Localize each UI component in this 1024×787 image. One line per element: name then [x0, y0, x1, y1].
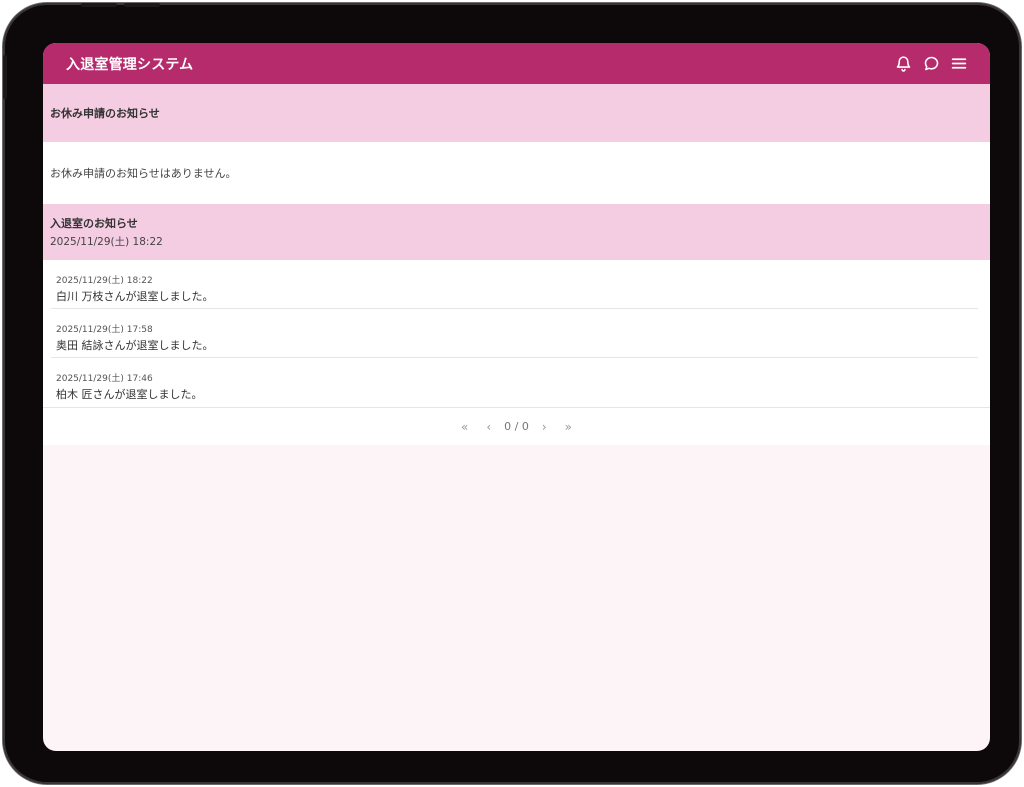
screen: 入退室管理システム お休み申請のお知らせ お休み申請のお知らせはありません。 入… [43, 43, 990, 751]
app-header: 入退室管理システム [43, 43, 990, 84]
page-info: 0 / 0 [504, 420, 529, 433]
leave-notice-title: お休み申請のお知らせ [50, 107, 160, 120]
first-page-button[interactable]: « [452, 420, 477, 434]
entry-notice-header: 入退室のお知らせ 2025/11/29(土) 18:22 [43, 204, 990, 260]
menu-icon[interactable] [950, 55, 968, 73]
tablet-frame: 入退室管理システム お休み申請のお知らせ お休み申請のお知らせはありません。 入… [3, 3, 1021, 784]
bell-icon[interactable] [894, 55, 912, 73]
leave-notice-header: お休み申請のお知らせ [43, 84, 990, 142]
list-item: 2025/11/29(土) 17:58 奥田 結詠さんが退室しました。 [51, 309, 978, 358]
entry-notice-section: 入退室のお知らせ 2025/11/29(土) 18:22 2025/11/29(… [43, 204, 990, 445]
entry-notice-title: 入退室のお知らせ [50, 217, 138, 230]
side-button [3, 55, 7, 99]
list-item: 2025/11/29(土) 18:22 白川 万枝さんが退室しました。 [51, 260, 978, 309]
entry-list: 2025/11/29(土) 18:22 白川 万枝さんが退室しました。 2025… [43, 260, 990, 407]
power-button [124, 3, 160, 7]
app-title: 入退室管理システム [66, 56, 194, 73]
entry-time: 2025/11/29(土) 17:58 [56, 325, 153, 335]
pagination: « ‹ 0 / 0 › » [43, 407, 990, 445]
leave-notice-section: お休み申請のお知らせ お休み申請のお知らせはありません。 [43, 84, 990, 204]
entry-message: 白川 万枝さんが退室しました。 [56, 290, 214, 303]
volume-button [81, 3, 117, 7]
entry-time: 2025/11/29(土) 17:46 [56, 374, 153, 384]
prev-page-button[interactable]: ‹ [477, 420, 500, 434]
entry-message: 奥田 結詠さんが退室しました。 [56, 339, 214, 352]
list-item: 2025/11/29(土) 17:46 柏木 匠さんが退室しました。 [51, 358, 978, 407]
chat-icon[interactable] [922, 55, 940, 73]
next-page-button[interactable]: › [533, 420, 556, 434]
entry-message: 柏木 匠さんが退室しました。 [56, 388, 203, 401]
last-page-button[interactable]: » [556, 420, 581, 434]
header-icons [894, 55, 968, 73]
entry-time: 2025/11/29(土) 18:22 [56, 276, 153, 286]
leave-notice-empty: お休み申請のお知らせはありません。 [43, 142, 990, 204]
entry-notice-updated: 2025/11/29(土) 18:22 [50, 236, 163, 248]
